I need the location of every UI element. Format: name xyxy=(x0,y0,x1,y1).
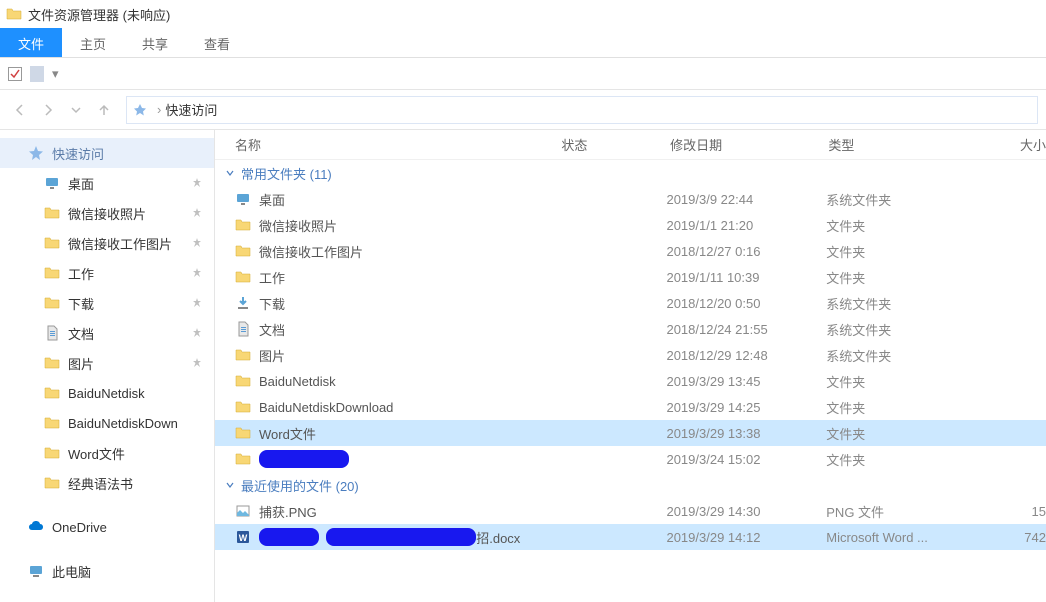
sidebar-quickaccess-header[interactable]: 快速访问 xyxy=(0,138,214,168)
select-all-checkbox[interactable] xyxy=(8,67,22,81)
redacted-text xyxy=(259,450,349,468)
folder-icon xyxy=(235,451,251,467)
column-headers[interactable]: 名称 状态 修改日期 类型 大小 xyxy=(215,130,1046,160)
tab-file[interactable]: 文件 xyxy=(0,28,62,57)
navigation-pane: 快速访问 桌面微信接收照片微信接收工作图片工作下载文档图片BaiduNetdis… xyxy=(0,130,215,602)
folder-icon xyxy=(44,265,60,281)
sidebar-thispc[interactable]: 此电脑 xyxy=(0,556,214,586)
pin-icon xyxy=(192,236,202,251)
svg-text:W: W xyxy=(239,533,248,543)
breadcrumb-location[interactable]: 快速访问 xyxy=(165,100,217,119)
sidebar-item-1[interactable]: 微信接收照片 xyxy=(0,198,214,228)
sidebar-onedrive[interactable]: OneDrive xyxy=(0,512,214,542)
content-area: 快速访问 桌面微信接收照片微信接收工作图片工作下载文档图片BaiduNetdis… xyxy=(0,130,1046,602)
sidebar-item-3[interactable]: 工作 xyxy=(0,258,214,288)
folder-icon xyxy=(44,445,60,461)
file-row[interactable]: 2019/3/24 15:02文件夹 xyxy=(215,446,1046,472)
file-row[interactable]: 桌面2019/3/9 22:44系统文件夹 xyxy=(215,186,1046,212)
sidebar-item-10[interactable]: 经典语法书 xyxy=(0,468,214,498)
file-row[interactable]: 工作2019/1/11 10:39文件夹 xyxy=(215,264,1046,290)
file-row[interactable]: BaiduNetdiskDownload2019/3/29 14:25文件夹 xyxy=(215,394,1046,420)
quickaccess-star-icon xyxy=(133,103,147,117)
tab-home[interactable]: 主页 xyxy=(62,28,124,57)
address-bar[interactable]: › 快速访问 xyxy=(126,96,1038,124)
sidebar-item-2[interactable]: 微信接收工作图片 xyxy=(0,228,214,258)
folder-app-icon xyxy=(6,6,22,22)
tab-share[interactable]: 共享 xyxy=(124,28,186,57)
file-list-pane: 名称 状态 修改日期 类型 大小 常用文件夹 (11)桌面2019/3/9 22… xyxy=(215,130,1046,602)
up-button[interactable] xyxy=(92,98,116,122)
toolbar-dropdown-icon[interactable]: ▾ xyxy=(52,66,59,82)
pc-icon xyxy=(28,563,44,579)
folder-icon xyxy=(235,399,251,415)
sidebar-item-9[interactable]: Word文件 xyxy=(0,438,214,468)
folder-icon xyxy=(44,205,60,221)
sidebar-item-0[interactable]: 桌面 xyxy=(0,168,214,198)
chevron-down-icon xyxy=(225,480,235,490)
history-dropdown[interactable] xyxy=(64,98,88,122)
col-date[interactable]: 修改日期 xyxy=(670,135,828,154)
file-row[interactable]: 图片2018/12/29 12:48系统文件夹 xyxy=(215,342,1046,368)
star-icon xyxy=(28,145,44,161)
redacted-text xyxy=(326,528,476,546)
file-row[interactable]: 微信接收照片2019/1/1 21:20文件夹 xyxy=(215,212,1046,238)
properties-icon[interactable] xyxy=(30,66,44,82)
col-type[interactable]: 类型 xyxy=(828,135,986,154)
document-icon xyxy=(44,325,60,341)
folder-icon xyxy=(44,415,60,431)
ribbon-tabs: 文件 主页 共享 查看 xyxy=(0,28,1046,58)
pin-icon xyxy=(192,356,202,371)
desktop-icon xyxy=(44,175,60,191)
folder-icon xyxy=(235,243,251,259)
file-row[interactable]: Word文件2019/3/29 13:38文件夹 xyxy=(215,420,1046,446)
group-header-1[interactable]: 最近使用的文件 (20) xyxy=(215,472,1046,498)
folder-icon xyxy=(44,355,60,371)
forward-button[interactable] xyxy=(36,98,60,122)
folder-icon xyxy=(235,425,251,441)
tab-view[interactable]: 查看 xyxy=(186,28,248,57)
pin-icon xyxy=(192,206,202,221)
col-status[interactable]: 状态 xyxy=(561,135,670,154)
sidebar-item-5[interactable]: 文档 xyxy=(0,318,214,348)
sidebar-item-6[interactable]: 图片 xyxy=(0,348,214,378)
titlebar: 文件资源管理器 (未响应) xyxy=(0,0,1046,28)
sidebar-item-7[interactable]: BaiduNetdisk xyxy=(0,378,214,408)
word-icon: W xyxy=(235,529,251,545)
image-icon xyxy=(235,503,251,519)
folder-icon xyxy=(235,269,251,285)
col-name[interactable]: 名称 xyxy=(235,135,561,154)
pin-icon xyxy=(192,266,202,281)
downloads-icon xyxy=(235,295,251,311)
window-title: 文件资源管理器 (未响应) xyxy=(28,5,170,24)
document-icon xyxy=(235,321,251,337)
desktop-icon xyxy=(235,191,251,207)
folder-icon xyxy=(44,295,60,311)
folder-icon xyxy=(44,235,60,251)
navigation-bar: › 快速访问 xyxy=(0,90,1046,130)
onedrive-icon xyxy=(28,519,44,535)
back-button[interactable] xyxy=(8,98,32,122)
file-row[interactable]: BaiduNetdisk2019/3/29 13:45文件夹 xyxy=(215,368,1046,394)
folder-icon xyxy=(44,475,60,491)
pin-icon xyxy=(192,296,202,311)
group-header-0[interactable]: 常用文件夹 (11) xyxy=(215,160,1046,186)
folder-icon xyxy=(44,385,60,401)
file-row[interactable]: W 招.docx2019/3/29 14:12Microsoft Word ..… xyxy=(215,524,1046,550)
chevron-down-icon xyxy=(225,168,235,178)
file-row[interactable]: 下载2018/12/20 0:50系统文件夹 xyxy=(215,290,1046,316)
folder-icon xyxy=(235,373,251,389)
pin-icon xyxy=(192,326,202,341)
file-row[interactable]: 捕获.PNG2019/3/29 14:30PNG 文件15 xyxy=(215,498,1046,524)
quick-access-toolbar: ▾ xyxy=(0,58,1046,90)
redacted-text xyxy=(259,528,319,546)
folder-icon xyxy=(235,347,251,363)
file-row[interactable]: 文档2018/12/24 21:55系统文件夹 xyxy=(215,316,1046,342)
col-size[interactable]: 大小 xyxy=(987,135,1046,154)
sidebar-item-4[interactable]: 下载 xyxy=(0,288,214,318)
folder-icon xyxy=(235,217,251,233)
pin-icon xyxy=(192,176,202,191)
breadcrumb-sep: › xyxy=(157,102,161,117)
file-row[interactable]: 微信接收工作图片2018/12/27 0:16文件夹 xyxy=(215,238,1046,264)
sidebar-item-8[interactable]: BaiduNetdiskDown xyxy=(0,408,214,438)
